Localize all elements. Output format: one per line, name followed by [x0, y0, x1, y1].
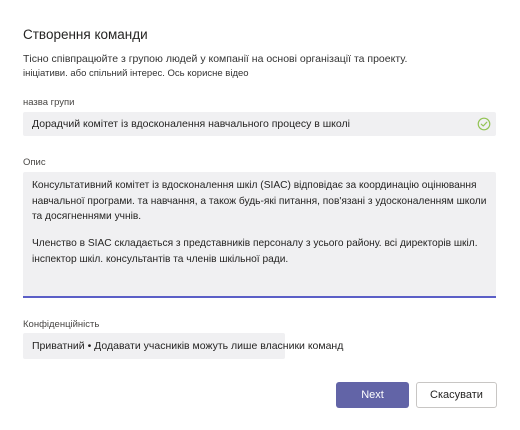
check-circle-icon — [477, 117, 491, 131]
team-name-field[interactable]: Дорадчий комітет із вдосконалення навчал… — [23, 112, 496, 136]
cancel-button[interactable]: Скасувати — [416, 382, 497, 408]
dialog-description-link[interactable]: ініціативи. або спільний інтерес. Ось ко… — [23, 68, 483, 79]
privacy-label: Конфіденційність — [23, 319, 100, 330]
dialog-description: Тісно співпрацюйте з групою людей у комп… — [23, 53, 408, 65]
team-name-value: Дорадчий комітет із вдосконалення навчал… — [32, 118, 350, 130]
description-paragraph: Консультативний комітет із вдосконалення… — [32, 180, 487, 222]
description-label: Опис — [23, 157, 46, 168]
privacy-dropdown[interactable]: Приватний • Додавати учасників можуть ли… — [23, 333, 343, 359]
description-textarea[interactable]: Консультативний комітет із вдосконалення… — [23, 172, 496, 298]
description-paragraph: Членство в SIAC складається з представни… — [32, 238, 478, 265]
next-button[interactable]: Next — [336, 382, 409, 408]
team-name-label: назва групи — [23, 97, 75, 108]
privacy-value: Приватний • Додавати учасників можуть ли… — [32, 340, 344, 352]
dialog-title: Створення команди — [23, 27, 148, 42]
